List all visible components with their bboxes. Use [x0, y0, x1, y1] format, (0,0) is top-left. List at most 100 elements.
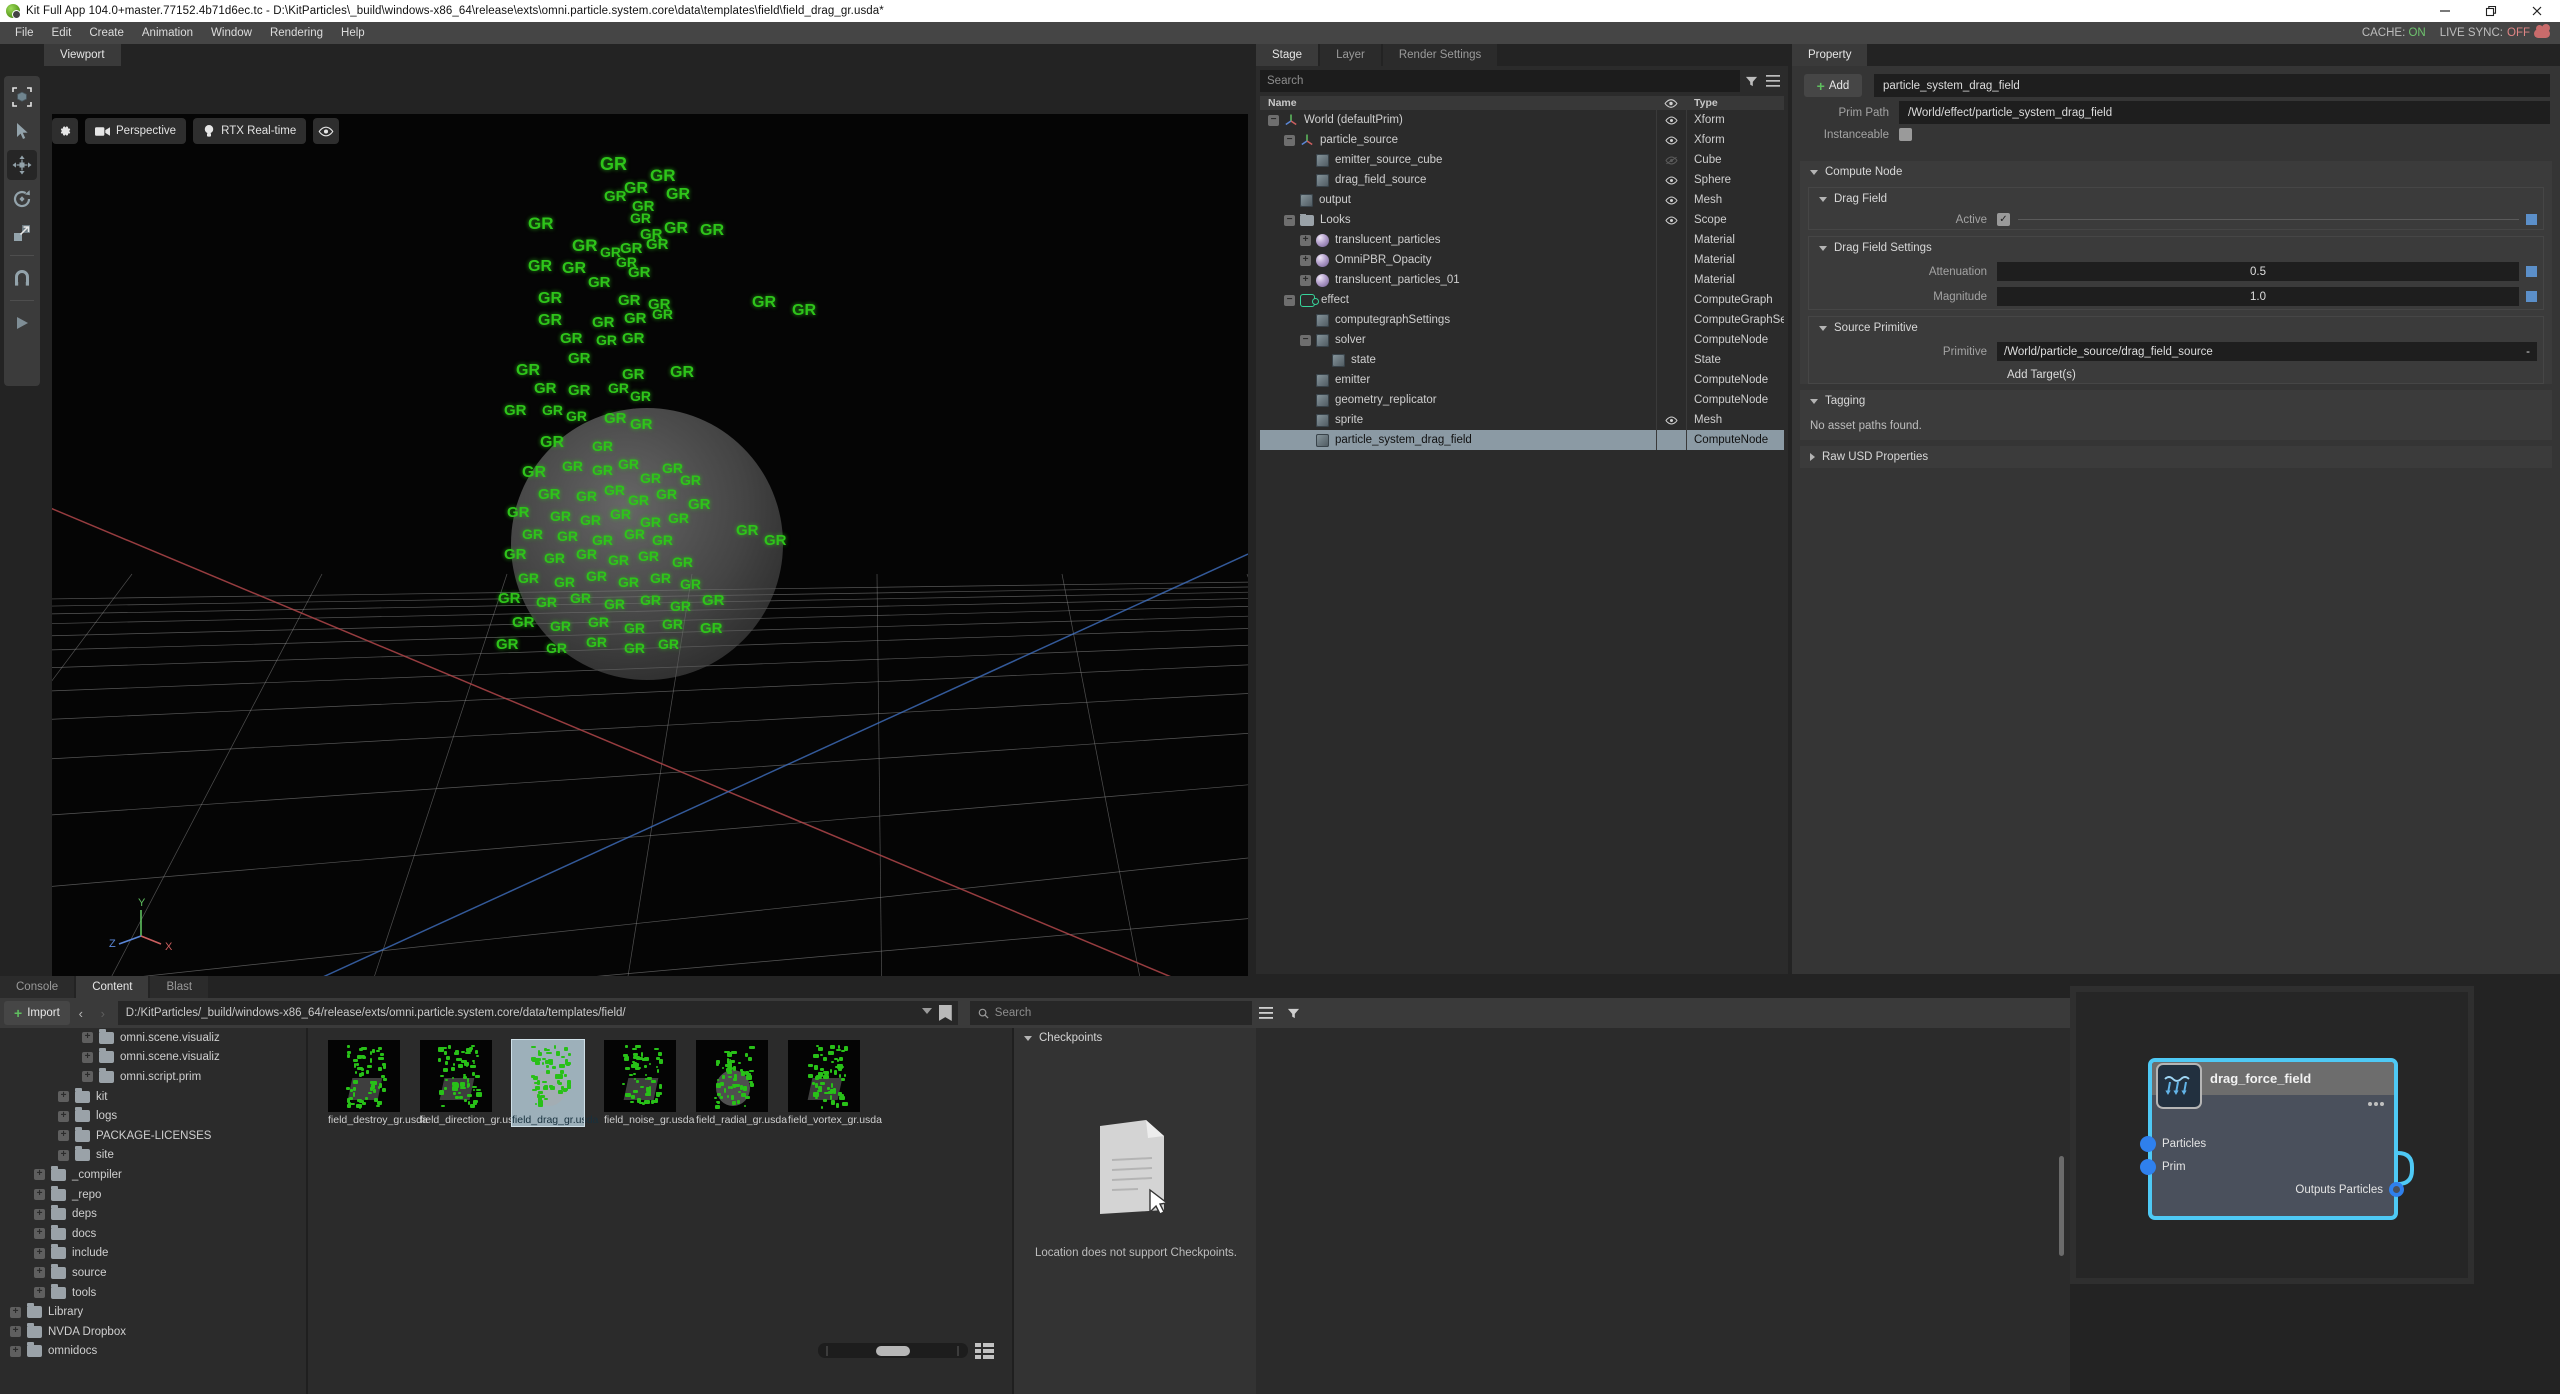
nav-back-icon[interactable]: ‹	[70, 1001, 92, 1025]
menu-animation[interactable]: Animation	[133, 25, 202, 41]
menu-create[interactable]: Create	[80, 25, 133, 41]
expand-icon[interactable]: +	[58, 1149, 69, 1161]
prim-name-field[interactable]: particle_system_drag_field	[1874, 74, 2550, 97]
stage-row-computegraphsettings[interactable]: computegraphSettings ComputeGraphSe	[1260, 310, 1784, 330]
close-icon[interactable]	[2514, 0, 2560, 22]
folder-item-logs[interactable]: + logs	[0, 1106, 308, 1126]
node-input-prim[interactable]: Prim	[2140, 1159, 2186, 1175]
expand-icon[interactable]: +	[10, 1306, 21, 1318]
primitive-clear-icon[interactable]: -	[2526, 346, 2530, 358]
snap-tool-icon[interactable]	[7, 263, 37, 293]
stage-row-solver[interactable]: − solver ComputeNode	[1260, 330, 1784, 350]
folder-item--repo[interactable]: + _repo	[0, 1185, 308, 1205]
file-tile[interactable]: field_destroy_gr.usda	[328, 1040, 428, 1126]
visibility-toggle[interactable]	[1656, 155, 1686, 165]
expand-icon[interactable]: +	[34, 1169, 45, 1181]
compute-node-header[interactable]: Compute Node	[1800, 161, 2552, 183]
move-tool-icon[interactable]	[7, 150, 37, 180]
eye-icon[interactable]	[313, 118, 340, 144]
stage-row-particle-system-drag-field[interactable]: particle_system_drag_field ComputeNode	[1260, 430, 1784, 450]
expand-icon[interactable]: +	[34, 1189, 45, 1201]
expand-icon[interactable]: +	[1300, 274, 1311, 286]
visibility-toggle[interactable]	[1656, 195, 1686, 205]
tab-content[interactable]: Content	[76, 976, 149, 998]
chevron-down-icon[interactable]	[921, 1008, 932, 1014]
attenuation-field[interactable]: 0.5	[1997, 262, 2519, 281]
file-tile[interactable]: field_vortex_gr.usda	[788, 1040, 882, 1126]
stage-tree[interactable]: − World (defaultPrim) Xform − particle_so…	[1260, 110, 1784, 750]
menu-help[interactable]: Help	[332, 25, 374, 41]
select-bounds-tool-icon[interactable]	[7, 82, 37, 112]
content-search-input[interactable]: Search	[969, 1001, 1252, 1025]
expand-icon[interactable]: +	[10, 1326, 21, 1338]
drag-field-header[interactable]: Drag Field	[1809, 188, 2543, 210]
content-options-icon[interactable]	[1252, 1001, 1280, 1025]
file-tile[interactable]: field_direction_gr.usda	[420, 1040, 525, 1126]
stage-row-world-defaultprim-[interactable]: − World (defaultPrim) Xform	[1260, 110, 1784, 130]
viewport-canvas[interactable]: GR GR GR GR GR GR GR GR GR GR GR GR GR G…	[52, 114, 1248, 1014]
tab-stage[interactable]: Stage	[1256, 44, 1319, 66]
instanceable-checkbox[interactable]	[1899, 128, 1912, 141]
expand-icon[interactable]: +	[10, 1345, 21, 1357]
expand-icon[interactable]: +	[58, 1110, 69, 1122]
stage-row-particle-source[interactable]: − particle_source Xform	[1260, 130, 1784, 150]
renderer-button[interactable]: RTX Real-time	[193, 118, 307, 144]
slider-knob[interactable]	[876, 1346, 910, 1356]
tab-console[interactable]: Console	[0, 976, 75, 998]
checkpoints-header[interactable]: Checkpoints	[1014, 1028, 1256, 1048]
stage-row-translucent-particles-01[interactable]: + translucent_particles_01 Material	[1260, 270, 1784, 290]
folder-item-docs[interactable]: + docs	[0, 1224, 308, 1244]
stage-row-sprite[interactable]: sprite Mesh	[1260, 410, 1784, 430]
node-input-particles[interactable]: Particles	[2140, 1136, 2206, 1152]
rotate-tool-icon[interactable]	[7, 184, 37, 214]
folder-item-omni-scene-visualiz[interactable]: + omni.scene.visualiz	[0, 1048, 308, 1068]
expand-icon[interactable]: +	[34, 1208, 45, 1220]
stage-row-translucent-particles[interactable]: + translucent_particles Material	[1260, 230, 1784, 250]
folder-item-package-licenses[interactable]: + PACKAGE-LICENSES	[0, 1126, 308, 1146]
file-grid[interactable]: field_destroy_gr.usda field_direction_gr.…	[310, 1028, 1010, 1394]
scale-tool-icon[interactable]	[7, 218, 37, 248]
collapse-icon[interactable]: −	[1284, 214, 1295, 226]
stage-row-state[interactable]: state State	[1260, 350, 1784, 370]
tab-blast[interactable]: Blast	[150, 976, 209, 998]
folder-item-omni-scene-visualiz[interactable]: + omni.scene.visualiz	[0, 1028, 308, 1048]
file-tile[interactable]: field_drag_gr.usda	[511, 1039, 598, 1127]
folder-item-omnidocs[interactable]: + omnidocs	[0, 1342, 308, 1362]
gear-icon[interactable]	[52, 118, 78, 144]
visibility-toggle[interactable]	[1656, 115, 1686, 125]
active-checkbox[interactable]: ✓	[1997, 213, 2010, 226]
folder-item-nvda-dropbox[interactable]: + NVDA Dropbox	[0, 1322, 308, 1342]
folder-item-deps[interactable]: + deps	[0, 1204, 308, 1224]
camera-perspective-button[interactable]: Perspective	[85, 118, 187, 144]
tab-property[interactable]: Property	[1792, 44, 1868, 66]
maximize-icon[interactable]	[2468, 0, 2514, 22]
menu-file[interactable]: File	[6, 25, 43, 41]
tab-layer[interactable]: Layer	[1320, 44, 1381, 66]
stage-row-omnipbr-opacity[interactable]: + OmniPBR_Opacity Material	[1260, 250, 1784, 270]
visibility-toggle[interactable]	[1656, 415, 1686, 425]
stage-row-effect[interactable]: − effect ComputeGraph	[1260, 290, 1784, 310]
folder-item-kit[interactable]: + kit	[0, 1087, 308, 1107]
folder-item-site[interactable]: + site	[0, 1146, 308, 1166]
thumbnail-size-slider[interactable]	[818, 1343, 968, 1358]
folder-item-include[interactable]: + include	[0, 1244, 308, 1264]
stage-search-input[interactable]	[1260, 70, 1740, 92]
attenuation-reset-swatch[interactable]	[2526, 266, 2537, 277]
collapse-icon[interactable]: −	[1268, 114, 1279, 126]
panel-divider[interactable]	[306, 1028, 308, 1394]
node-graph-canvas[interactable]: drag_force_field Particles Prim Outputs …	[2076, 992, 2468, 1278]
expand-icon[interactable]: +	[1300, 254, 1311, 266]
stage-row-emitter-source-cube[interactable]: emitter_source_cube Cube	[1260, 150, 1784, 170]
magnitude-field[interactable]: 1.0	[1997, 287, 2519, 306]
file-tile[interactable]: field_noise_gr.usda	[604, 1040, 695, 1126]
expand-icon[interactable]: +	[82, 1051, 93, 1063]
content-filter-icon[interactable]	[1280, 1001, 1308, 1025]
stage-options-icon[interactable]	[1762, 70, 1784, 92]
folder-item-tools[interactable]: + tools	[0, 1283, 308, 1303]
expand-icon[interactable]: +	[82, 1032, 93, 1044]
expand-icon[interactable]: +	[58, 1091, 69, 1103]
expand-icon[interactable]: +	[34, 1247, 45, 1259]
expand-icon[interactable]: +	[34, 1228, 45, 1240]
expand-icon[interactable]: +	[58, 1130, 69, 1142]
stage-row-drag-field-source[interactable]: drag_field_source Sphere	[1260, 170, 1784, 190]
